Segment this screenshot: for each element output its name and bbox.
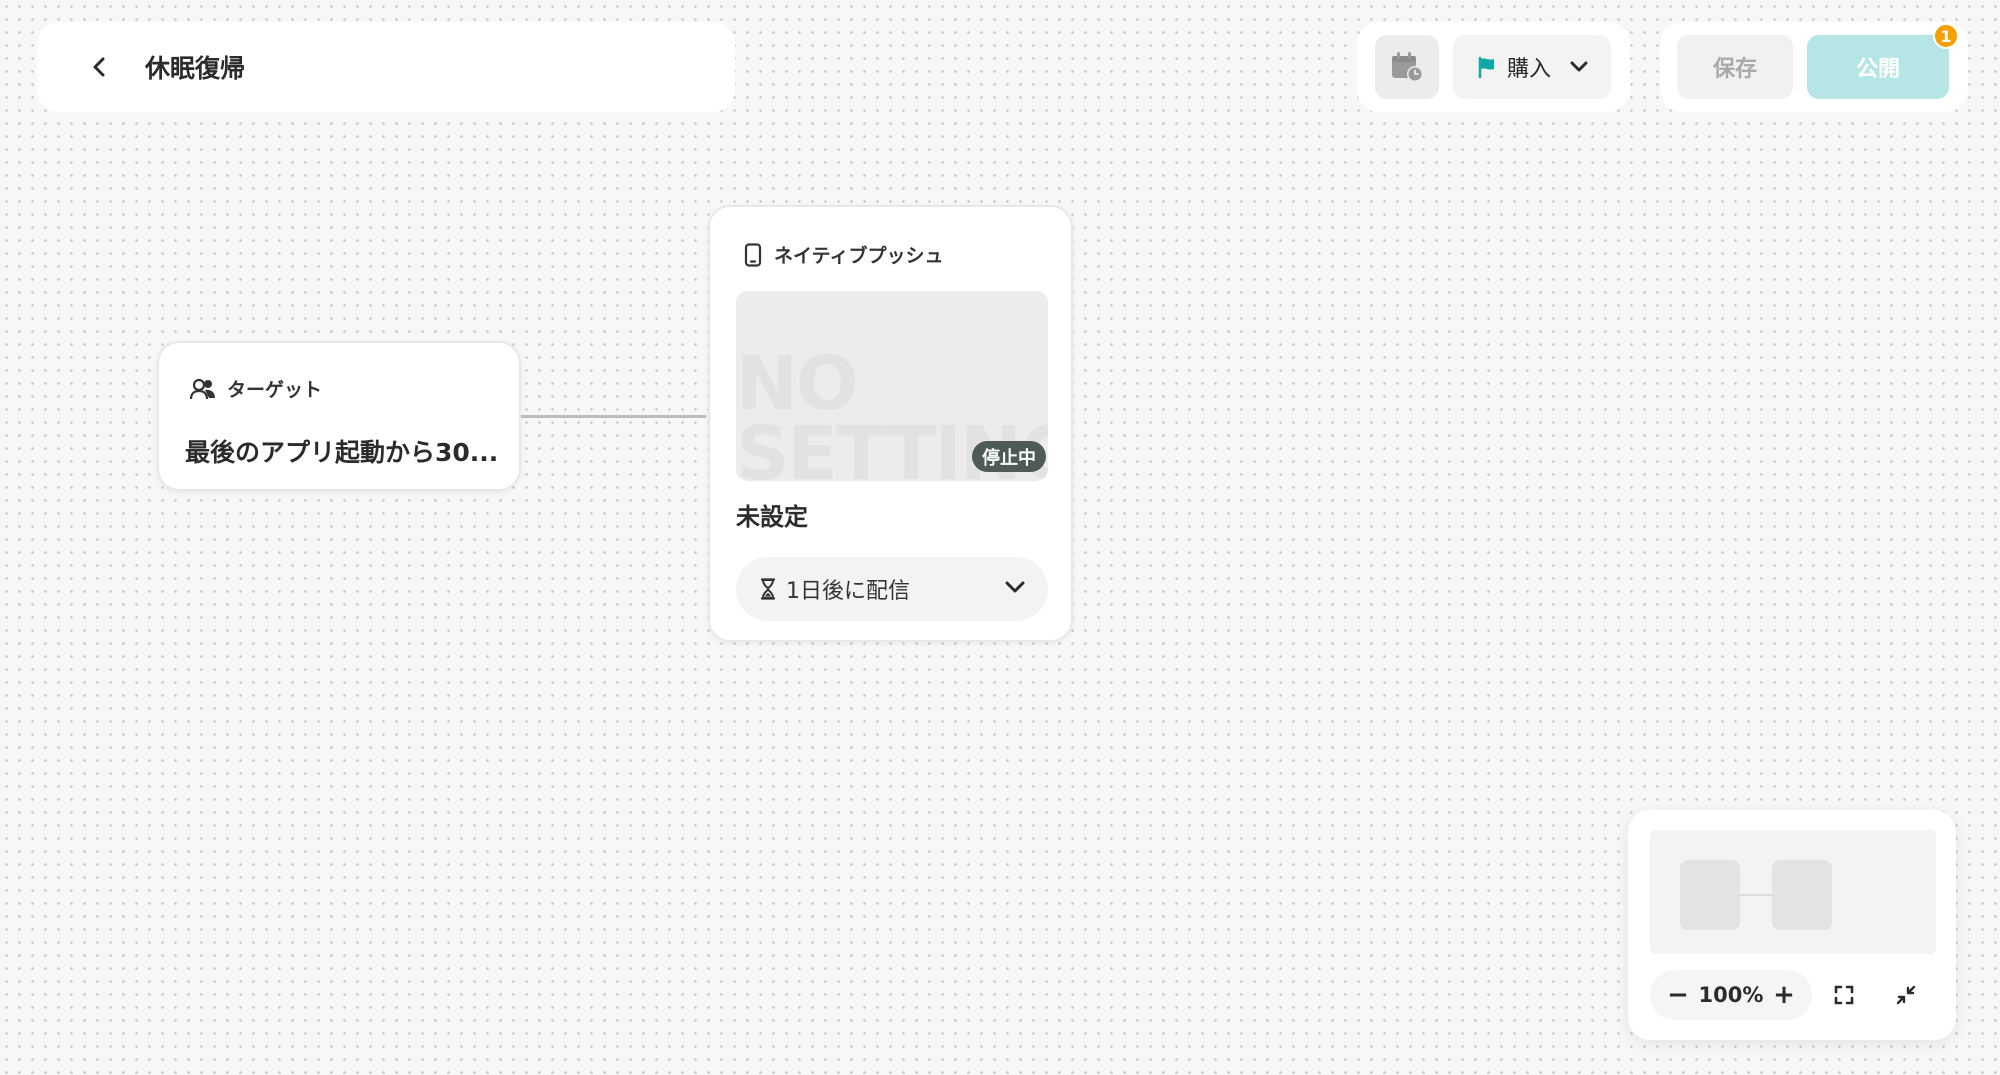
header-bar: 休眠復帰 (37, 22, 735, 112)
users-icon (189, 378, 215, 399)
chevron-left-icon (93, 57, 105, 77)
push-title: 未設定 (736, 503, 808, 531)
shrink-icon (1896, 985, 1916, 1005)
publish-label: 公開 (1855, 57, 1900, 82)
minimap[interactable] (1650, 830, 1936, 954)
zoom-in-button[interactable]: + (1770, 980, 1798, 1010)
push-node-header: ネイティブプッシュ (744, 241, 943, 268)
target-node-header: ターゲット (189, 375, 322, 402)
back-button[interactable] (71, 39, 127, 95)
goal-select[interactable]: 購入 (1453, 35, 1611, 99)
flag-icon (1478, 56, 1494, 78)
publish-button[interactable]: 公開 1 (1807, 23, 1959, 99)
push-node-type: ネイティブプッシュ (774, 245, 944, 267)
notification-badge: 1 (1933, 23, 1959, 49)
calendar-clock-icon (1392, 52, 1423, 82)
target-condition: 最後のアプリ起動から30... (185, 438, 499, 467)
delay-select[interactable]: 1日後に配信 (736, 557, 1048, 621)
page-title: 休眠復帰 (145, 54, 246, 83)
target-node[interactable]: ターゲット 最後のアプリ起動から30... (157, 341, 521, 491)
push-node[interactable]: ネイティブプッシュ NO SETTING 停止中 未設定 1日後に配信 (708, 205, 1073, 642)
schedule-button[interactable] (1375, 35, 1439, 99)
zoom-controls: − 100% + (1650, 970, 1812, 1020)
node-connector (521, 415, 706, 418)
minimap-node (1772, 860, 1832, 930)
zoom-level: 100% (1698, 983, 1764, 1007)
target-node-type: ターゲット (227, 379, 323, 401)
delay-label: 1日後に配信 (786, 579, 910, 604)
smartphone-icon (744, 242, 762, 267)
minimap-panel: − 100% + (1628, 810, 1956, 1040)
zoom-out-button[interactable]: − (1664, 980, 1692, 1010)
fit-view-button[interactable] (1830, 981, 1858, 1009)
hourglass-icon (760, 578, 776, 600)
collapse-button[interactable] (1892, 981, 1920, 1009)
chevron-down-icon (1570, 61, 1588, 72)
status-badge: 停止中 (972, 441, 1046, 472)
expand-icon (1834, 985, 1854, 1005)
save-button[interactable]: 保存 (1677, 35, 1793, 99)
header-tools: 購入 (1357, 22, 1630, 112)
header-actions: 保存 公開 1 (1660, 22, 1968, 112)
minimap-connector (1740, 894, 1772, 896)
minimap-node (1680, 860, 1740, 930)
chevron-down-icon (1005, 581, 1025, 593)
message-preview: NO SETTING 停止中 (736, 291, 1048, 481)
goal-label: 購入 (1507, 57, 1552, 82)
